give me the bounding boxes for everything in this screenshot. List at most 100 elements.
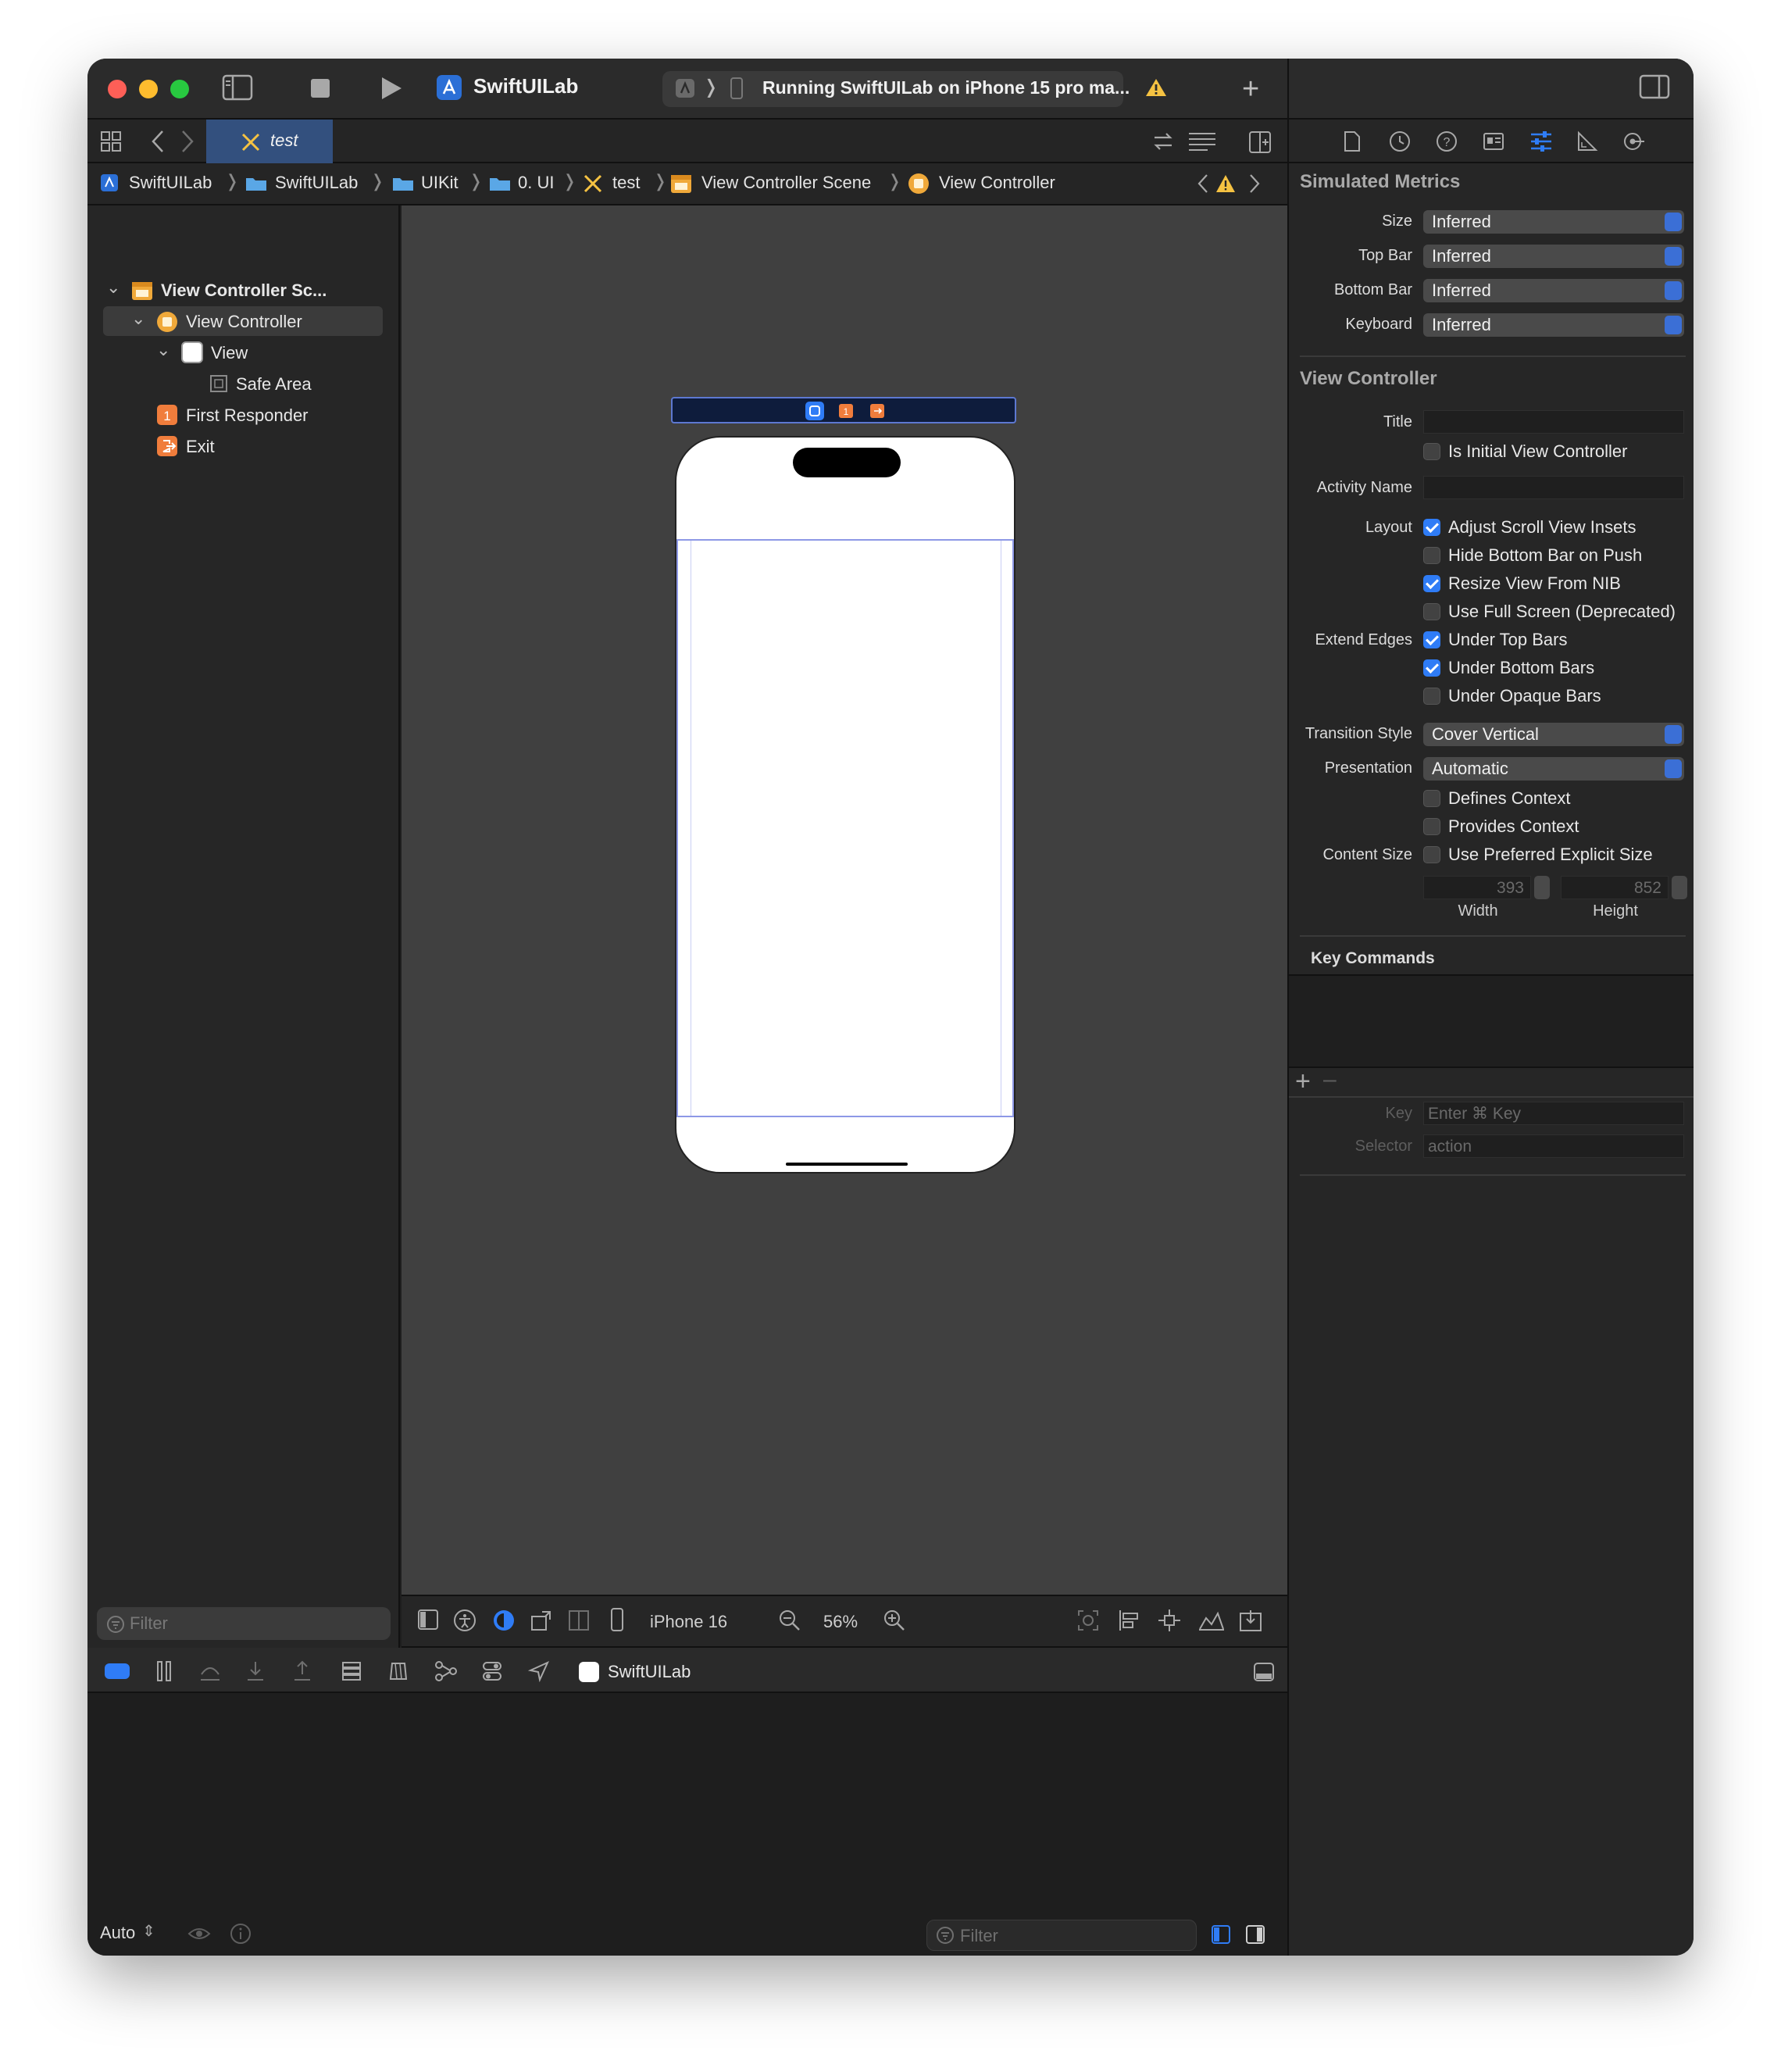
show-variables-icon[interactable] [1211, 1924, 1231, 1945]
breadcrumb-project[interactable]: SwiftUILab [129, 173, 212, 193]
height-stepper[interactable] [1672, 876, 1687, 899]
activity-name-field[interactable] [1423, 476, 1684, 499]
add-key-command-icon[interactable]: + [1295, 1066, 1311, 1097]
view-hierarchy-icon[interactable] [341, 1660, 362, 1682]
breadcrumb-uikit[interactable]: UIKit [421, 173, 459, 193]
updown-chevron-icon[interactable]: ⇕ [142, 1921, 155, 1941]
layout-option-row[interactable]: Hide Bottom Bar on Push [1423, 545, 1642, 566]
extend-option-row[interactable]: Under Top Bars [1423, 629, 1567, 651]
debug-console[interactable] [87, 1693, 1287, 1956]
editor-options-icon[interactable] [1187, 130, 1217, 152]
zoom-in-icon[interactable] [883, 1609, 906, 1632]
provides-context-checkbox[interactable] [1423, 818, 1440, 835]
bottom-bar-popup[interactable]: Inferred [1423, 279, 1684, 302]
keyboard-popup[interactable]: Inferred [1423, 313, 1684, 337]
under-bottom-bars-checkbox[interactable] [1423, 659, 1440, 677]
tab-test[interactable] [206, 120, 333, 163]
add-constraints-icon[interactable] [1158, 1609, 1181, 1632]
layout-option-row[interactable]: Resize View From NIB [1423, 573, 1621, 595]
outline-item-view[interactable]: View [211, 343, 248, 363]
height-field[interactable]: 852 [1561, 876, 1669, 899]
console-filter-field[interactable]: Filter [926, 1920, 1197, 1951]
history-inspector-icon[interactable] [1389, 130, 1411, 152]
hide-bottom-bar-checkbox[interactable] [1423, 547, 1440, 564]
zoom-window-button[interactable] [170, 80, 189, 98]
split-view-icon[interactable] [567, 1609, 591, 1632]
remove-key-command-icon[interactable]: – [1323, 1066, 1337, 1093]
step-into-icon[interactable] [245, 1660, 266, 1682]
embed-in-icon[interactable] [1239, 1609, 1262, 1632]
toggle-outline-icon[interactable] [417, 1609, 439, 1631]
hide-debug-area-icon[interactable] [1253, 1662, 1275, 1682]
width-field[interactable]: 393 [1423, 876, 1531, 899]
disclosure-chevron-icon[interactable]: ⌄ [131, 309, 145, 329]
orientation-icon[interactable] [530, 1609, 553, 1632]
eye-icon[interactable] [187, 1926, 211, 1942]
environment-overrides-icon[interactable] [481, 1660, 503, 1682]
presentation-popup[interactable]: Automatic [1423, 757, 1684, 781]
provides-context-row[interactable]: Provides Context [1423, 816, 1579, 838]
file-inspector-icon[interactable] [1344, 130, 1361, 152]
breadcrumb-group[interactable]: SwiftUILab [275, 173, 358, 193]
size-popup[interactable]: Inferred [1423, 210, 1684, 234]
close-window-button[interactable] [108, 80, 127, 98]
next-issue-icon[interactable] [1248, 173, 1261, 195]
show-console-icon[interactable] [1245, 1924, 1265, 1945]
width-stepper[interactable] [1534, 876, 1550, 899]
accessibility-icon[interactable] [453, 1609, 476, 1632]
forward-chevron-icon[interactable] [180, 129, 195, 154]
identity-inspector-icon[interactable] [1483, 130, 1504, 152]
sidebar-toggle-icon[interactable] [222, 74, 253, 101]
stop-icon[interactable] [309, 77, 331, 99]
defines-context-checkbox[interactable] [1423, 790, 1440, 807]
layout-option-row[interactable]: Use Full Screen (Deprecated) [1423, 601, 1676, 623]
resolve-layout-icon[interactable] [1198, 1609, 1225, 1632]
dock-view-controller-icon[interactable] [805, 401, 825, 421]
breadcrumb-scene[interactable]: View Controller Scene [701, 173, 871, 193]
warning-icon[interactable] [1145, 77, 1167, 98]
help-inspector-icon[interactable]: ? [1436, 130, 1458, 152]
update-frames-icon[interactable] [1076, 1609, 1100, 1632]
pause-icon[interactable] [155, 1660, 173, 1682]
run-icon[interactable] [380, 76, 403, 101]
title-field[interactable] [1423, 410, 1684, 434]
disclosure-chevron-icon[interactable]: ⌄ [156, 340, 170, 360]
defines-context-row[interactable]: Defines Context [1423, 788, 1571, 809]
breadcrumb-storyboard[interactable]: test [612, 173, 640, 193]
resize-from-nib-checkbox[interactable] [1423, 575, 1440, 592]
extend-option-row[interactable]: Under Opaque Bars [1423, 685, 1601, 707]
outline-item-safe-area[interactable]: Safe Area [236, 374, 312, 395]
layout-option-row[interactable]: Adjust Scroll View Insets [1423, 516, 1636, 538]
disclosure-chevron-icon[interactable]: ⌄ [106, 277, 120, 298]
adjust-scroll-insets-checkbox[interactable] [1423, 519, 1440, 536]
attributes-inspector-icon[interactable] [1529, 130, 1553, 152]
zoom-level[interactable]: 56% [823, 1612, 858, 1632]
scheme-app-icon[interactable] [675, 78, 695, 98]
add-editor-icon[interactable] [1248, 130, 1272, 154]
extend-option-row[interactable]: Under Bottom Bars [1423, 657, 1594, 679]
breadcrumb-view-controller[interactable]: View Controller [939, 173, 1055, 193]
minimize-window-button[interactable] [139, 80, 158, 98]
device-icon[interactable] [609, 1607, 625, 1632]
align-icon[interactable] [1117, 1609, 1140, 1632]
is-initial-checkbox[interactable] [1423, 443, 1440, 460]
under-opaque-bars-checkbox[interactable] [1423, 688, 1440, 705]
size-inspector-icon[interactable] [1576, 130, 1598, 152]
step-over-icon[interactable] [198, 1660, 222, 1682]
previous-issue-icon[interactable] [1197, 173, 1209, 195]
breakpoints-toggle-icon[interactable] [105, 1663, 130, 1679]
dock-first-responder-icon[interactable]: 1 [838, 403, 854, 419]
info-icon[interactable] [230, 1923, 252, 1945]
memory-graph-icon[interactable] [434, 1660, 458, 1682]
key-commands-list[interactable] [1289, 974, 1694, 1068]
selector-field[interactable]: action [1423, 1134, 1684, 1158]
connections-inspector-icon[interactable] [1623, 130, 1645, 152]
under-top-bars-checkbox[interactable] [1423, 631, 1440, 648]
back-chevron-icon[interactable] [150, 129, 166, 154]
step-out-icon[interactable] [292, 1660, 312, 1682]
add-icon[interactable]: + [1242, 74, 1259, 104]
iphone-view-canvas[interactable] [675, 436, 1015, 1174]
debug-mode-selector[interactable]: Auto [100, 1923, 135, 1943]
related-items-icon[interactable] [100, 130, 122, 152]
is-initial-row[interactable]: Is Initial View Controller [1423, 441, 1627, 463]
